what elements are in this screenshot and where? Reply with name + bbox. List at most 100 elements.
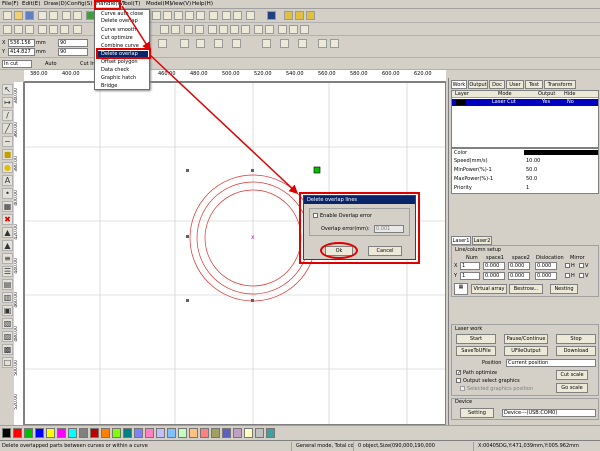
array-setup-group: Line/column setup Num space1 space2 Disl…: [451, 245, 599, 297]
palette-swatch[interactable]: [145, 428, 154, 438]
array-y-mirror-h-checkbox[interactable]: [565, 273, 570, 278]
setting-button[interactable]: Setting: [460, 408, 494, 418]
palette-swatch[interactable]: [2, 428, 11, 438]
array-x-space1[interactable]: 0.000: [483, 262, 505, 270]
cancel-button[interactable]: Cancel: [368, 246, 402, 256]
layer-header-output: Output: [538, 91, 556, 97]
tab-work[interactable]: Work: [451, 80, 467, 89]
overlap-error-field[interactable]: 0.001: [374, 225, 404, 233]
virtual-array-button[interactable]: Virtual array: [471, 284, 507, 294]
device-title: Device: [455, 399, 473, 405]
palette-swatch[interactable]: [68, 428, 77, 438]
overlap-error-label: Overlap error(mm):: [321, 226, 370, 232]
tab-output[interactable]: Output: [468, 80, 488, 89]
laser-work-group: Laser work Start Pause/Continue Stop Sav…: [451, 324, 599, 396]
enable-overlap-checkbox[interactable]: [313, 213, 318, 218]
tab-test[interactable]: Test: [525, 80, 543, 89]
save-to-ufile-button[interactable]: SaveToUFile: [456, 346, 496, 356]
tab-laser1[interactable]: Laser1: [451, 236, 471, 245]
nesting-button[interactable]: Nesting: [550, 284, 578, 294]
ufile-output-button[interactable]: UFileOutput: [504, 346, 548, 356]
start-button[interactable]: Start: [456, 334, 496, 344]
color-palette: [0, 425, 600, 440]
palette-swatch[interactable]: [156, 428, 165, 438]
layer-row-hide: No: [567, 99, 574, 105]
prop-maxpower-value[interactable]: 50.0: [526, 176, 537, 182]
palette-swatch[interactable]: [35, 428, 44, 438]
array-header-dislocation: Dislocation: [536, 255, 564, 261]
right-panel: Work Output Doc User Test Transform Laye…: [448, 78, 600, 440]
array-x-mirror-h-checkbox[interactable]: [565, 263, 570, 268]
bestrow-button[interactable]: Bestrow...: [509, 284, 543, 294]
palette-swatch[interactable]: [266, 428, 275, 438]
path-optimize-checkbox[interactable]: ✓: [456, 370, 461, 376]
tab-doc[interactable]: Doc: [489, 80, 505, 89]
palette-swatch[interactable]: [178, 428, 187, 438]
palette-swatch[interactable]: [211, 428, 220, 438]
array-header-num: Num: [466, 255, 478, 261]
enable-overlap-label: Enable Overlap error: [320, 213, 372, 219]
palette-swatch[interactable]: [112, 428, 121, 438]
palette-swatch[interactable]: [57, 428, 66, 438]
go-scale-button[interactable]: Go scale: [556, 383, 588, 393]
layer-header-hide: Hide: [564, 91, 576, 97]
palette-swatch[interactable]: [13, 428, 22, 438]
array-y-mirror-h: H: [571, 273, 575, 279]
prop-minpower-label: MinPower(%)-1: [454, 167, 492, 173]
layer-row[interactable]: [452, 99, 598, 106]
pause-continue-button[interactable]: Pause/Continue: [504, 334, 548, 344]
palette-swatch[interactable]: [46, 428, 55, 438]
prop-color-swatch[interactable]: [524, 150, 598, 155]
dialog-title: Delete overlap lines: [304, 196, 415, 204]
array-y-mirror-v-checkbox[interactable]: [579, 273, 584, 278]
device-select[interactable]: Device---(USB:COM0): [502, 409, 596, 417]
array-x-dislocation[interactable]: 0.000: [535, 262, 557, 270]
array-x-num[interactable]: 1: [460, 262, 480, 270]
array-title: Line/column setup: [455, 247, 502, 253]
array-header-space2: space2: [512, 255, 530, 261]
palette-swatch[interactable]: [101, 428, 110, 438]
tab-user[interactable]: User: [506, 80, 524, 89]
cut-scale-button[interactable]: Cut scale: [556, 370, 588, 380]
tab-transform[interactable]: Transform: [544, 80, 576, 89]
palette-swatch[interactable]: [90, 428, 99, 438]
palette-swatch[interactable]: [222, 428, 231, 438]
output-select-checkbox[interactable]: [456, 378, 461, 383]
selected-graphics-checkbox[interactable]: [460, 386, 465, 391]
palette-swatch[interactable]: [255, 428, 264, 438]
array-x-space2[interactable]: 0.000: [508, 262, 530, 270]
prop-color-label: Color: [454, 150, 468, 156]
download-button[interactable]: Download: [556, 346, 596, 356]
stop-button[interactable]: Stop: [556, 334, 596, 344]
array-header-mirror: Mirror: [570, 255, 585, 261]
laser-work-title: Laser work: [455, 326, 483, 332]
array-x-mirror-v: V: [585, 263, 589, 269]
array-grid-icon[interactable]: ▦: [454, 283, 468, 295]
position-label: Position: [482, 360, 502, 366]
palette-swatch[interactable]: [244, 428, 253, 438]
palette-swatch[interactable]: [167, 428, 176, 438]
array-y-label: Y: [454, 273, 458, 279]
layer-table: Layer Mode Output Hide Laser Cut Yes No: [451, 90, 599, 148]
palette-swatch[interactable]: [79, 428, 88, 438]
prop-maxpower-label: MaxPower(%)-1: [454, 176, 494, 182]
palette-swatch[interactable]: [24, 428, 33, 438]
palette-swatch[interactable]: [134, 428, 143, 438]
prop-minpower-value[interactable]: 50.0: [526, 167, 537, 173]
array-y-num[interactable]: 1: [460, 272, 480, 280]
palette-swatch[interactable]: [123, 428, 132, 438]
prop-priority-value[interactable]: 1: [526, 185, 529, 191]
array-x-label: X: [454, 263, 458, 269]
prop-speed-value[interactable]: 10.00: [526, 158, 540, 164]
array-y-mirror-v: V: [585, 273, 589, 279]
tab-laser2[interactable]: Laser2: [472, 236, 492, 245]
palette-swatch[interactable]: [189, 428, 198, 438]
position-select[interactable]: Current position: [506, 359, 596, 367]
array-y-dislocation[interactable]: 0.000: [535, 272, 557, 280]
array-x-mirror-v-checkbox[interactable]: [579, 263, 584, 268]
layer-row-color: [456, 100, 466, 105]
palette-swatch[interactable]: [233, 428, 242, 438]
array-y-space1[interactable]: 0.000: [483, 272, 505, 280]
array-y-space2[interactable]: 0.000: [508, 272, 530, 280]
palette-swatch[interactable]: [200, 428, 209, 438]
